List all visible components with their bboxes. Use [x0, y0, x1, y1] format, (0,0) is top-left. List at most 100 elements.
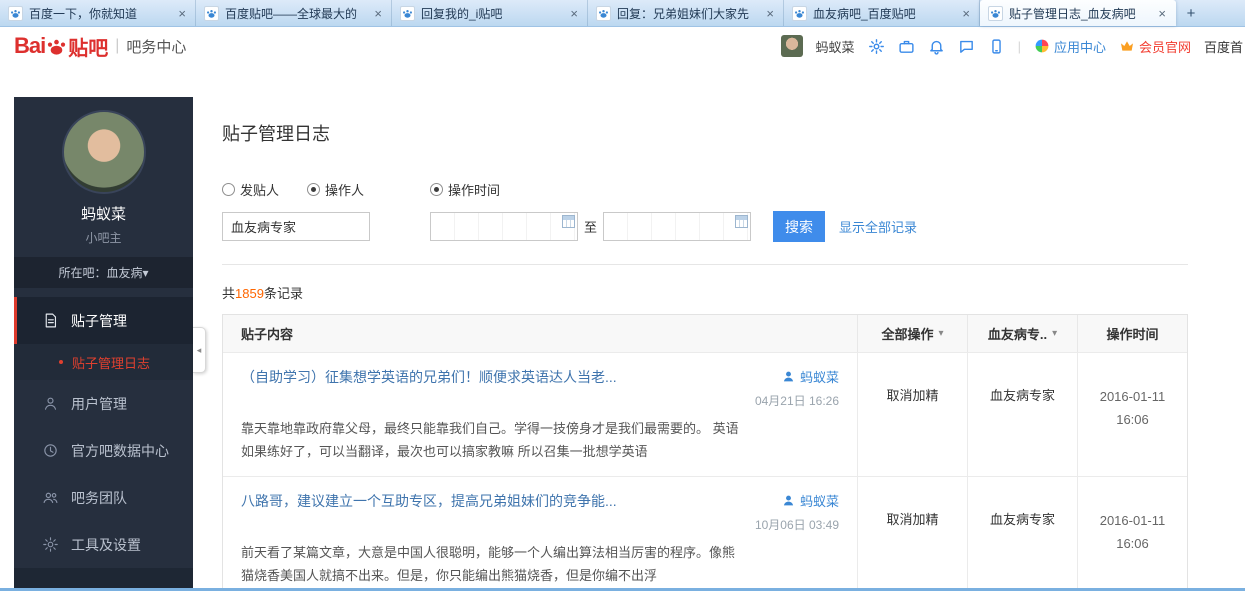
sidebar-item-post-management[interactable]: 贴子管理	[14, 297, 193, 344]
radio-circle-icon[interactable]	[307, 183, 321, 196]
menu-label: 吧务团队	[71, 489, 127, 506]
calendar-icon[interactable]	[562, 215, 575, 228]
count-suffix: 条记录	[263, 286, 303, 301]
team-icon	[43, 492, 58, 504]
menu-label: 工具及设置	[71, 536, 141, 553]
col-time-label: 操作时间	[1106, 327, 1159, 342]
briefcase-icon[interactable]	[898, 38, 915, 55]
post-cell: （自助学习）征集想学英语的兄弟们！顺便求英语达人当老... 蚂蚁菜 04月21日…	[223, 353, 857, 476]
profile-avatar[interactable]	[61, 110, 146, 194]
post-title-link[interactable]: 八路哥，建议建立一个互助专区，提高兄弟姐妹们的竞争能...	[241, 491, 707, 511]
header-avatar[interactable]	[780, 35, 803, 57]
operation-cell: 取消加精	[857, 476, 967, 591]
filter-divider	[222, 264, 1188, 265]
gear-icon[interactable]	[868, 38, 885, 55]
radio-operator[interactable]: 操作人	[307, 180, 364, 199]
browser-tab-active[interactable]: 贴子管理日志_血友病吧 ×	[980, 0, 1176, 26]
person-icon	[783, 371, 794, 382]
browser-tab-3[interactable]: 回复我的_i贴吧 ×	[392, 0, 588, 26]
baidu-paw-icon	[46, 36, 67, 57]
submenu-label: 贴子管理日志	[72, 355, 151, 371]
sidebar-menu: 贴子管理 贴子管理日志 用户管理 官方吧数据中心 吧务团队 工具及设置	[14, 297, 193, 568]
chevron-down-icon: ▾	[1052, 328, 1058, 339]
post-time: 10月06日 03:49	[754, 517, 839, 532]
logo-text-tieba: 贴吧	[68, 37, 109, 60]
post-title-link[interactable]: （自助学习）征集想学英语的兄弟们！顺便求英语达人当老...	[241, 367, 707, 387]
author-name: 蚂蚁菜	[799, 370, 839, 385]
member-site-label: 会员官网	[1138, 39, 1191, 55]
member-site-link[interactable]: 会员官网	[1119, 37, 1191, 56]
sidebar-item-official-data-center[interactable]: 官方吧数据中心	[14, 427, 193, 474]
browser-tab-5[interactable]: 血友病吧_百度贴吧 ×	[784, 0, 980, 26]
radio-poster[interactable]: 发贴人	[222, 180, 279, 199]
current-bar-selector[interactable]: 所在吧：血友病▾	[14, 257, 193, 288]
tab-close-icon[interactable]: ×	[372, 6, 384, 21]
sidebar-item-bar-team[interactable]: 吧务团队	[14, 474, 193, 521]
crown-icon	[1119, 38, 1135, 54]
tab-close-icon[interactable]: ×	[960, 6, 972, 21]
browser-tab-2[interactable]: 百度贴吧——全球最大的 ×	[196, 0, 392, 26]
tab-close-icon[interactable]: ×	[764, 6, 776, 21]
operator-cell: 血友病专家	[967, 476, 1077, 591]
profile-username: 蚂蚁菜	[80, 206, 126, 223]
calendar-icon[interactable]	[735, 215, 749, 228]
operation-clock: 16:06	[1116, 536, 1149, 552]
paw-favicon-icon	[988, 5, 1003, 21]
count-number: 1859	[235, 286, 264, 301]
operation-time-cell: 2016-01-11 16:06	[1077, 476, 1187, 591]
sidebar: 蚂蚁菜 小吧主 所在吧：血友病▾ 贴子管理 贴子管理日志 用户管理 官方吧数据中…	[14, 97, 193, 591]
date-from-wrap	[430, 212, 578, 241]
author-name: 蚂蚁菜	[799, 493, 839, 509]
logo-suffix: 吧务中心	[126, 38, 187, 56]
clock-icon	[44, 444, 57, 457]
radio-group-person: 发贴人 操作人	[222, 180, 430, 199]
header-right-group: 蚂蚁菜 | 应用中心 会员官网 百度首	[780, 35, 1245, 57]
show-all-records-link[interactable]: 显示全部记录	[839, 217, 917, 236]
date-to-input[interactable]	[603, 212, 752, 241]
operation-clock: 16:06	[1116, 412, 1149, 428]
tab-close-icon[interactable]: ×	[568, 6, 580, 21]
menu-label: 官方吧数据中心	[71, 442, 169, 459]
record-count: 共1859条记录	[222, 283, 1188, 302]
operation-cell: 取消加精	[857, 353, 967, 476]
phone-icon[interactable]	[988, 38, 1005, 55]
bell-icon[interactable]	[928, 38, 945, 55]
table-header-row: 贴子内容 全部操作 ▾ 血友病专.. ▾ 操作时间	[223, 315, 1187, 352]
post-excerpt: 靠天靠地靠政府靠父母，最终只能靠我们自己。学得一技傍身才是我们最需要的。 英语如…	[241, 421, 739, 460]
search-button[interactable]: 搜索	[773, 211, 826, 242]
table-row: 八路哥，建议建立一个互助专区，提高兄弟姐妹们的竞争能... 蚂蚁菜 10月06日…	[223, 475, 1187, 591]
tab-label: 百度贴吧——全球最大的	[225, 6, 358, 21]
count-prefix: 共	[222, 286, 236, 301]
col-header-operator-filter[interactable]: 血友病专.. ▾	[967, 315, 1077, 352]
post-head: 八路哥，建议建立一个互助专区，提高兄弟姐妹们的竞争能... 蚂蚁菜 10月06日…	[241, 491, 839, 533]
baidu-home-link[interactable]: 百度首	[1204, 37, 1243, 56]
app-center-link[interactable]: 应用中心	[1034, 37, 1106, 56]
app-center-label: 应用中心	[1053, 39, 1106, 55]
chat-icon[interactable]	[958, 38, 975, 55]
col-header-operation-filter[interactable]: 全部操作 ▾	[857, 315, 967, 352]
radio-operation-time[interactable]: 操作时间	[430, 180, 500, 199]
post-author-link[interactable]: 蚂蚁菜	[707, 491, 839, 510]
tieba-logo[interactable]: Bai 贴吧 | 吧务中心	[14, 32, 186, 61]
tab-label: 回复：兄弟姐妹们大家先	[617, 6, 750, 21]
tab-close-icon[interactable]: ×	[176, 6, 188, 21]
header-username[interactable]: 蚂蚁菜	[816, 37, 855, 56]
operator-keyword-input[interactable]	[222, 212, 370, 241]
post-author-link[interactable]: 蚂蚁菜	[707, 367, 839, 386]
sidebar-collapse-handle[interactable]: ◂	[193, 327, 206, 373]
sidebar-item-user-management[interactable]: 用户管理	[14, 380, 193, 427]
sidebar-item-post-management-log[interactable]: 贴子管理日志	[14, 344, 193, 380]
sidebar-item-tools-settings[interactable]: 工具及设置	[14, 521, 193, 568]
tab-close-icon[interactable]: ×	[1156, 6, 1168, 21]
radio-time-label: 操作时间	[448, 183, 501, 198]
date-from-input[interactable]	[430, 212, 578, 241]
new-tab-button[interactable]: +	[1176, 0, 1206, 26]
browser-tab-1[interactable]: 百度一下，你就知道 ×	[0, 0, 196, 26]
radio-circle-icon[interactable]	[222, 183, 235, 196]
post-time: 04月21日 16:26	[754, 394, 839, 408]
radio-circle-icon[interactable]	[430, 183, 443, 196]
browser-tab-4[interactable]: 回复：兄弟姐妹们大家先 ×	[588, 0, 784, 26]
col-header-time: 操作时间	[1077, 315, 1187, 352]
user-icon	[44, 397, 57, 410]
paw-favicon-icon	[596, 5, 611, 21]
